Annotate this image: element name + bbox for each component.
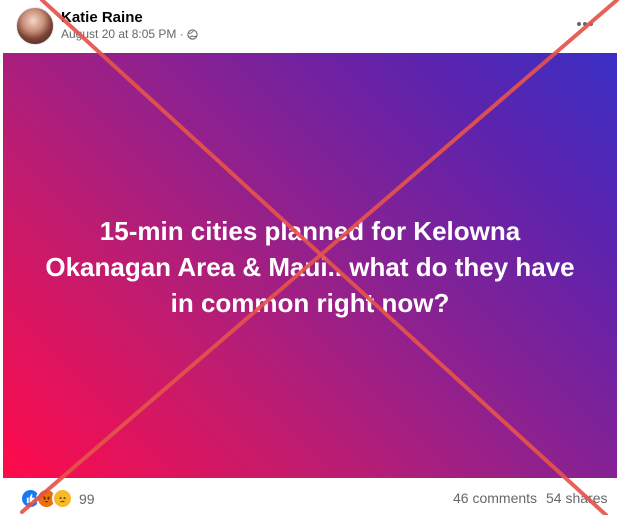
post-text-line-3: in common right now?	[170, 288, 450, 318]
post-timestamp[interactable]: August 20 at 8:05 PM ·	[61, 27, 184, 41]
more-options-icon	[577, 22, 593, 26]
more-options-button[interactable]	[573, 12, 597, 36]
post-header: Katie Raine August 20 at 8:05 PM ·	[0, 0, 621, 52]
reaction-count: 99	[79, 490, 95, 507]
post-footer: 99 46 comments 54 shares	[0, 478, 621, 515]
reactions-summary[interactable]: 99	[20, 488, 95, 509]
post-meta: August 20 at 8:05 PM ·	[61, 27, 198, 41]
comments-count[interactable]: 46 comments	[453, 490, 537, 506]
facebook-post: Katie Raine August 20 at 8:05 PM · 15-mi…	[0, 0, 621, 515]
author-avatar[interactable]	[16, 7, 54, 45]
shares-count[interactable]: 54 shares	[546, 490, 607, 506]
post-text-line-2: Okanagan Area & Maui.. what do they have	[45, 252, 575, 282]
globe-icon	[187, 28, 198, 40]
sad-icon	[52, 488, 73, 509]
author-name[interactable]: Katie Raine	[61, 9, 143, 26]
post-image[interactable]: 15-min cities planned for Kelowna Okanag…	[3, 53, 617, 478]
post-text-line-1: 15-min cities planned for Kelowna	[99, 216, 521, 246]
post-image-text: 15-min cities planned for Kelowna Okanag…	[23, 213, 597, 321]
